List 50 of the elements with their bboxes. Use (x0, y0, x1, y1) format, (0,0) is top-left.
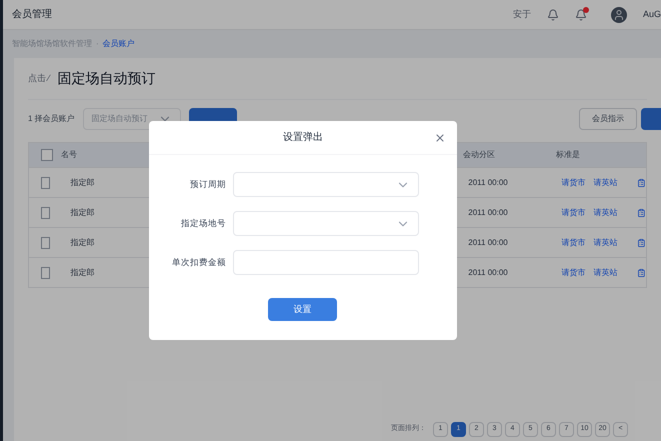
app-title: 会员管理 (12, 8, 52, 22)
column-header: 标准是 (556, 149, 580, 161)
clipboard-icon[interactable] (637, 266, 646, 278)
table-cell: 2011 00:00 (468, 238, 508, 246)
breadcrumb-separator: · (96, 38, 99, 50)
select-field[interactable] (233, 211, 419, 236)
notification-icon[interactable] (574, 8, 587, 20)
row-link[interactable]: 请英站 (593, 236, 618, 248)
select-field[interactable] (233, 172, 419, 197)
back-link[interactable]: 点击 (28, 72, 46, 86)
row-link[interactable]: 请英站 (593, 266, 618, 278)
bell-icon[interactable] (546, 8, 559, 20)
table-cell: 指定郎 (70, 208, 94, 216)
table-cell: 2011 00:00 (468, 178, 508, 186)
field-label: 预订周期 (189, 178, 226, 191)
row-checkbox[interactable] (41, 266, 50, 278)
guide-button[interactable]: 会员指示 (579, 108, 637, 130)
close-icon[interactable] (434, 132, 446, 144)
field-label: 单次扣费金额 (171, 256, 226, 269)
clipboard-icon[interactable] (637, 206, 646, 218)
table-cell: 指定郎 (70, 238, 94, 246)
back-mark: ⁄ (48, 72, 50, 85)
row-link[interactable]: 请货市 (561, 176, 586, 188)
row-link[interactable]: 请英站 (593, 206, 618, 218)
header-checkbox[interactable] (41, 149, 53, 161)
row-checkbox[interactable] (41, 176, 50, 188)
submit-button[interactable]: 设置 (268, 298, 337, 321)
dialog-title: 设置弹出 (283, 130, 323, 145)
clipboard-icon[interactable] (637, 236, 646, 248)
row-checkbox[interactable] (41, 206, 50, 218)
row-link[interactable]: 请货市 (561, 266, 586, 278)
breadcrumb-item[interactable]: 会员账户 (102, 38, 135, 50)
avatar[interactable] (610, 6, 627, 22)
column-header: 名号 (61, 149, 78, 161)
table-cell: 2011 00:00 (468, 268, 508, 276)
table-cell: 指定郎 (70, 268, 94, 276)
field-label: 指定场地号 (180, 217, 226, 230)
user-menu[interactable]: 安于 (512, 8, 531, 22)
row-link[interactable]: 请英站 (593, 176, 618, 188)
column-header: 会动分区 (463, 149, 496, 161)
table-cell: 指定郎 (70, 178, 94, 186)
page-title: 固定场自动预订 (58, 69, 156, 88)
row-link[interactable]: 请货市 (561, 206, 586, 218)
row-link[interactable]: 请货市 (561, 236, 586, 248)
input-field[interactable] (233, 250, 419, 275)
clipboard-icon[interactable] (637, 176, 646, 188)
table-cell: 2011 00:00 (468, 208, 508, 216)
filter-label: 1 择会员账户 (28, 113, 75, 125)
username[interactable]: AuG (642, 8, 661, 22)
row-checkbox[interactable] (41, 236, 50, 248)
